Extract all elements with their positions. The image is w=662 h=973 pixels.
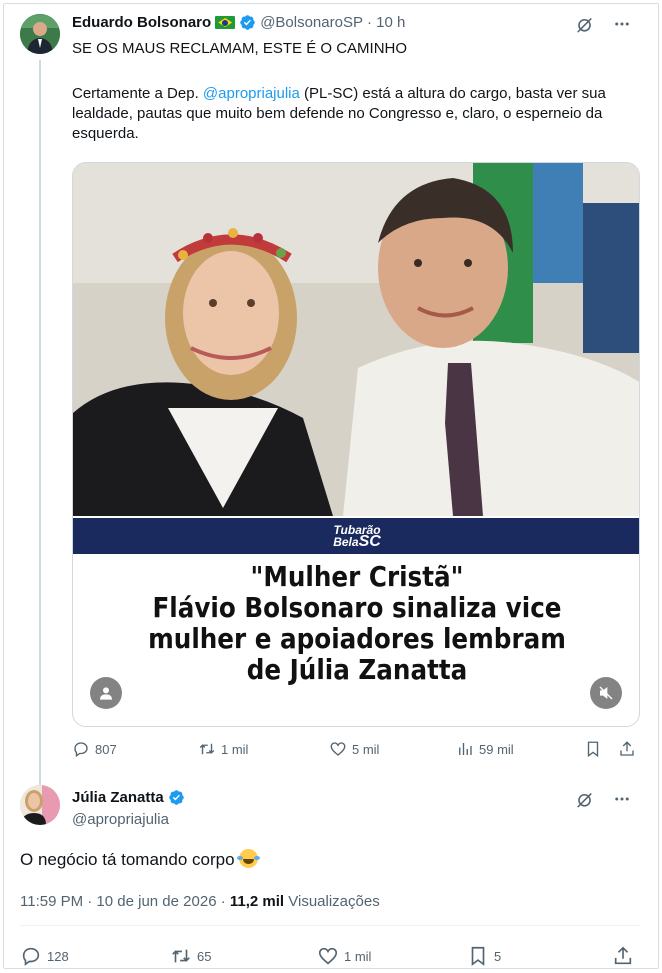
repost-icon [172,949,190,963]
person-icon[interactable] [90,677,122,709]
divider [20,925,640,926]
like-button[interactable]: 1 mil [317,945,371,967]
author-handle[interactable]: @apropriajulia [72,811,169,828]
post-body-text: Certamente a Dep. [72,85,203,102]
bookmark-count: 5 [494,948,502,964]
thread-line [39,60,41,798]
caption-line: de Júlia Zanatta [246,653,468,686]
brand-sc: SC [358,532,381,550]
repost-button[interactable]: 1 mil [198,740,248,758]
repost-icon [199,743,215,755]
media-photo [73,163,639,516]
brazil-flag-icon [215,16,236,29]
mention-link[interactable]: @apropriajulia [203,85,300,102]
bookmark-icon [587,741,599,758]
reply-icon [22,947,40,966]
timestamp[interactable]: 11:59 PM · 10 de jun de 2026 · [20,893,230,910]
media-caption: "Mulher Cristã" Flávio Bolsonaro sinaliz… [107,561,607,685]
share-button[interactable] [618,740,636,758]
tweet-text: O negócio tá tomando corpo [20,849,259,870]
grok-icon[interactable] [574,14,594,34]
author-name[interactable]: Júlia Zanatta [72,789,164,806]
repost-count: 65 [197,948,212,964]
reply-button[interactable]: 128 [20,945,69,967]
like-count: 5 mil [352,741,380,757]
tweet-text-content: O negócio tá tomando corpo [20,850,240,869]
share-icon [620,741,634,756]
caption-line: "Mulher Cristã" [250,560,464,593]
bookmark-button[interactable]: 5 [467,945,501,967]
brand-logo: Tubarão BelaSC [333,524,381,550]
grok-icon[interactable] [574,789,594,809]
views-icon [459,743,472,755]
repost-count: 1 mil [221,741,249,757]
like-count: 1 mil [344,948,372,964]
verified-badge-icon [168,790,184,805]
tweet-actions: 128 65 1 mil 5 [20,945,640,969]
more-icon[interactable] [612,789,632,809]
views-count: 11,2 mil [229,893,285,910]
avatar[interactable] [20,14,60,54]
reply-button[interactable]: 807 [72,740,117,758]
share-icon [614,946,632,965]
heart-icon [318,947,338,965]
heart-icon [330,742,346,756]
author-handle[interactable]: @BolsonaroSP [260,14,363,31]
tweet-meta: 11:59 PM · 10 de jun de 2026 · 11,2 mil … [20,893,380,910]
more-icon[interactable] [612,14,632,34]
author-name[interactable]: Eduardo Bolsonaro [72,14,211,31]
views-label: Visualizações [284,893,380,910]
share-button[interactable] [612,945,634,967]
post-actions: 807 1 mil 5 mil 59 mil [72,740,640,762]
post-headline: SE OS MAUS RECLAMAM, ESTE É O CAMINHO [72,40,408,57]
verified-badge-icon [240,15,255,30]
views-count: 59 mil [479,741,514,757]
reply-icon [74,742,88,758]
reply-count: 807 [95,741,117,757]
post-media[interactable]: Tubarão BelaSC "Mulher Cristã" Flávio Bo… [72,162,640,727]
views-button[interactable]: 59 mil [456,740,514,758]
repost-button[interactable]: 65 [170,945,211,967]
bookmark-icon [471,946,485,966]
media-banner: Tubarão BelaSC [73,518,639,554]
caption-line: mulher e apoiadores lembram [148,622,566,655]
laughing-emoji-icon [237,849,259,868]
bookmark-button[interactable] [584,740,602,758]
reply-count: 128 [47,948,69,964]
caption-line: Flávio Bolsonaro sinaliza vice [152,591,562,624]
post-body: Certamente a Dep. @apropriajulia (PL-SC)… [72,84,632,144]
like-button[interactable]: 5 mil [329,740,379,758]
mute-icon[interactable] [590,677,622,709]
post-time[interactable]: · 10 h [367,14,405,31]
avatar[interactable] [20,785,60,825]
brand-line-2: Bela [333,534,359,549]
